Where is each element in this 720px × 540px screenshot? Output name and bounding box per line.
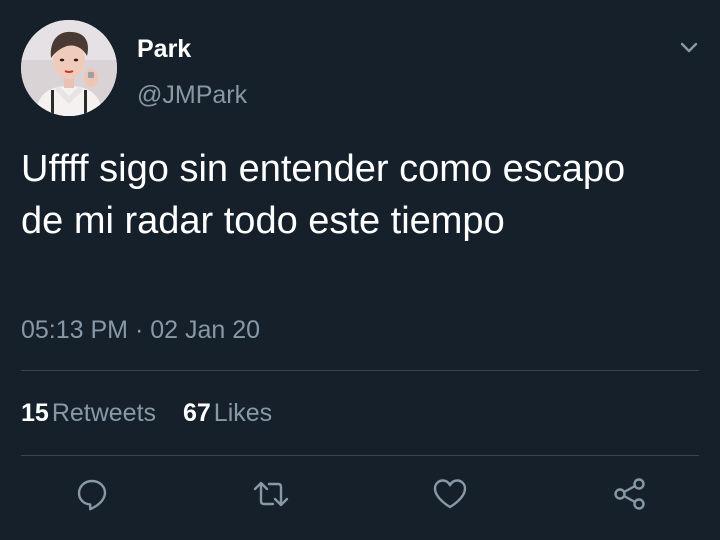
likes-count: 67 — [182, 399, 211, 427]
retweets-label: Retweets — [51, 399, 157, 427]
avatar-photo — [21, 20, 117, 116]
likes-label: Likes — [213, 399, 273, 427]
chevron-down-icon[interactable] — [676, 34, 702, 60]
tweet-date: 02 Jan 20 — [150, 316, 261, 344]
avatar[interactable] — [21, 20, 117, 116]
reply-icon[interactable] — [72, 474, 112, 514]
divider — [21, 455, 699, 456]
tweet-timestamp[interactable]: 05:13 PM · 02 Jan 20 — [21, 315, 260, 345]
action-bar — [0, 474, 720, 518]
retweet-icon[interactable] — [251, 474, 291, 514]
author-display-name[interactable]: Park — [137, 34, 191, 64]
divider — [21, 370, 699, 371]
tweet-text: Uffff sigo sin entender como escapo de m… — [21, 148, 626, 242]
timestamp-separator: · — [134, 316, 144, 344]
retweets-count: 15 — [21, 399, 49, 427]
heart-icon[interactable] — [430, 474, 470, 514]
share-icon[interactable] — [610, 474, 650, 514]
tweet-stats: 15 Retweets 67 Likes — [21, 398, 272, 428]
tweet-time: 05:13 PM — [21, 316, 129, 344]
author-handle[interactable]: @JMPark — [137, 80, 247, 110]
likes-stat[interactable]: 67 Likes — [183, 398, 272, 428]
retweets-stat[interactable]: 15 Retweets — [21, 398, 156, 428]
